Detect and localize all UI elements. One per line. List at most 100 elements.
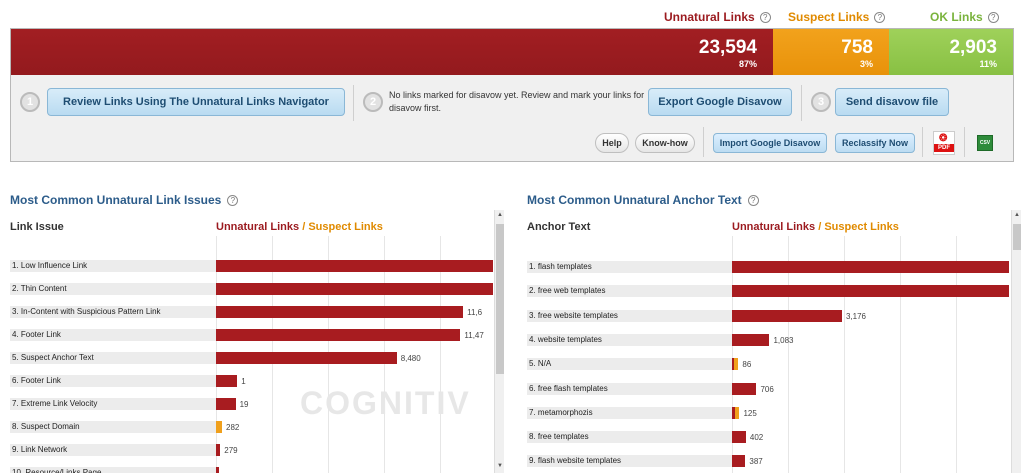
unnatural-bar <box>732 261 1009 273</box>
summary-panel: 23,594 87% 758 3% 2,903 11% 1 Review Lin… <box>10 28 1014 162</box>
help-icon[interactable]: ? <box>874 12 886 23</box>
ok-count: 2,903 <box>949 37 997 58</box>
right-col-sep: / <box>818 221 822 233</box>
summary-legend: Unnatural Links? Suspect Links? OK Links… <box>0 10 1024 26</box>
value-label: 11,6 <box>467 308 483 317</box>
unnatural-bar <box>216 398 236 410</box>
list-item[interactable]: 6. free flash templates 706 <box>527 382 1011 395</box>
left-scrollbar[interactable]: ▲ ▼ <box>494 210 504 473</box>
export-google-disavow-button[interactable]: Export Google Disavow <box>648 88 792 116</box>
value-label: 8,480 <box>400 354 421 363</box>
unnatural-segment[interactable]: 23,594 87% <box>11 29 773 75</box>
right-anchor-list: 1. flash templates 2. free web templates 3… <box>527 236 1011 473</box>
unnatural-bar <box>216 444 221 456</box>
pdf-label: PDF <box>934 144 954 152</box>
value-label: 282 <box>226 423 240 432</box>
divider <box>922 127 923 157</box>
list-item-label: 3. In-Content with Suspicious Pattern Li… <box>10 306 216 318</box>
list-item-label: 1. flash templates <box>527 261 732 273</box>
left-panel-title: Most Common Unnatural Link Issues? <box>10 193 239 207</box>
list-item[interactable]: 9. flash website templates 387 <box>527 455 1011 468</box>
list-item-label: 6. free flash templates <box>527 382 732 395</box>
workflow-steps: 1 Review Links Using The Unnatural Links… <box>11 85 1013 121</box>
list-item[interactable]: 5. N/A 86 <box>527 358 1011 371</box>
list-item[interactable]: 6. Footer Link 1 <box>10 375 494 387</box>
list-item-label: 4. Footer Link <box>10 329 216 341</box>
suspect-percent: 3% <box>859 59 873 69</box>
list-item[interactable]: 4. website templates 1,083 <box>527 333 1011 346</box>
value-label: 19 <box>239 400 249 409</box>
value-label: 1,083 <box>773 335 794 345</box>
list-item[interactable]: 4. Footer Link 11,47 <box>10 329 494 341</box>
list-item[interactable]: 7. Extreme Link Velocity 19 <box>10 398 494 410</box>
scroll-thumb[interactable] <box>496 224 504 374</box>
left-col-sep: / <box>302 221 306 233</box>
scroll-up-icon[interactable]: ▲ <box>1013 211 1021 219</box>
list-item-label: 2. Thin Content <box>10 283 216 295</box>
send-disavow-file-button[interactable]: Send disavow file <box>835 88 949 116</box>
value-label: 402 <box>749 433 764 443</box>
list-item-label: 8. Suspect Domain <box>10 421 216 433</box>
help-icon[interactable]: ? <box>987 12 999 23</box>
list-item[interactable]: 2. free web templates <box>527 285 1011 298</box>
right-scrollbar[interactable]: ▲ <box>1011 210 1021 473</box>
help-icon[interactable]: ? <box>747 195 759 206</box>
list-item-label: 7. Extreme Link Velocity <box>10 398 216 410</box>
help-icon[interactable]: ? <box>759 12 771 23</box>
right-panel-title-text: Most Common Unnatural Anchor Text <box>527 193 742 207</box>
list-item[interactable]: 1. flash templates <box>527 261 1011 273</box>
unnatural-bar <box>216 329 461 341</box>
unnatural-percent: 87% <box>738 59 757 69</box>
suspect-segment[interactable]: 758 3% <box>773 29 889 75</box>
right-col-unnatural: Unnatural Links <box>732 221 816 233</box>
legend-ok-label: OK Links <box>930 10 983 24</box>
divider <box>801 85 802 121</box>
list-item-label: 9. flash website templates <box>527 455 732 468</box>
import-google-disavow-button[interactable]: Import Google Disavow <box>713 133 827 153</box>
unnatural-count: 23,594 <box>698 37 757 58</box>
list-item[interactable]: 5. Suspect Anchor Text 8,480 <box>10 352 494 364</box>
list-item[interactable]: 9. Link Network 279 <box>10 444 494 456</box>
list-item-label: 7. metamorphozis <box>527 406 732 419</box>
help-button[interactable]: Help <box>595 133 629 153</box>
right-col-label: Anchor Text <box>527 221 590 233</box>
left-issue-list: 1. Low Influence Link 2. Thin Content 3. I… <box>10 236 494 473</box>
list-item-label: 9. Link Network <box>10 444 216 456</box>
unnatural-bar <box>216 375 238 387</box>
list-item[interactable]: 7. metamorphozis 125 <box>527 406 1011 419</box>
list-item[interactable]: 3. In-Content with Suspicious Pattern Li… <box>10 306 494 318</box>
list-item[interactable]: 2. Thin Content <box>10 283 494 295</box>
ok-segment[interactable]: 2,903 11% <box>889 29 1013 75</box>
right-col-links: Unnatural Links / Suspect Links <box>732 221 899 233</box>
step-2-badge: 2 <box>363 92 383 112</box>
scroll-thumb[interactable] <box>1013 224 1021 250</box>
value-label: 125 <box>743 408 757 418</box>
left-col-label-text: Link Issue <box>10 221 64 233</box>
left-col-label: Link Issue <box>10 221 64 233</box>
list-item-label: 5. N/A <box>527 358 732 371</box>
legend-ok: OK Links? <box>930 10 999 24</box>
right-panel-title: Most Common Unnatural Anchor Text? <box>527 193 759 207</box>
list-item-label: 2. free web templates <box>527 285 732 298</box>
pdf-export-icon[interactable]: ❂ PDF <box>933 131 955 155</box>
unnatural-bar <box>216 283 493 295</box>
value-label: 706 <box>760 384 774 394</box>
list-item-label: 10. Resource/Links Page <box>10 467 216 473</box>
reclassify-now-button[interactable]: Reclassify Now <box>835 133 915 153</box>
list-item[interactable]: 8. free templates 402 <box>527 431 1011 444</box>
list-item[interactable]: 3. free website templates 3,176 <box>527 309 1011 322</box>
list-item[interactable]: 8. Suspect Domain 282 <box>10 421 494 433</box>
csv-export-icon[interactable]: CSV <box>977 135 993 151</box>
scroll-down-icon[interactable]: ▼ <box>496 462 504 470</box>
left-panel-title-text: Most Common Unnatural Link Issues <box>10 193 222 207</box>
value-label: 3,176 <box>845 311 866 321</box>
divider <box>703 127 704 157</box>
review-links-button[interactable]: Review Links Using The Unnatural Links N… <box>47 88 345 116</box>
scroll-up-icon[interactable]: ▲ <box>496 211 504 219</box>
list-item-label: 4. website templates <box>527 333 732 346</box>
knowhow-button[interactable]: Know-how <box>635 133 695 153</box>
help-icon[interactable]: ? <box>227 195 239 206</box>
value-label: 279 <box>224 446 238 455</box>
list-item[interactable]: 1. Low Influence Link <box>10 260 494 272</box>
list-item[interactable]: 10. Resource/Links Page <box>10 467 494 473</box>
